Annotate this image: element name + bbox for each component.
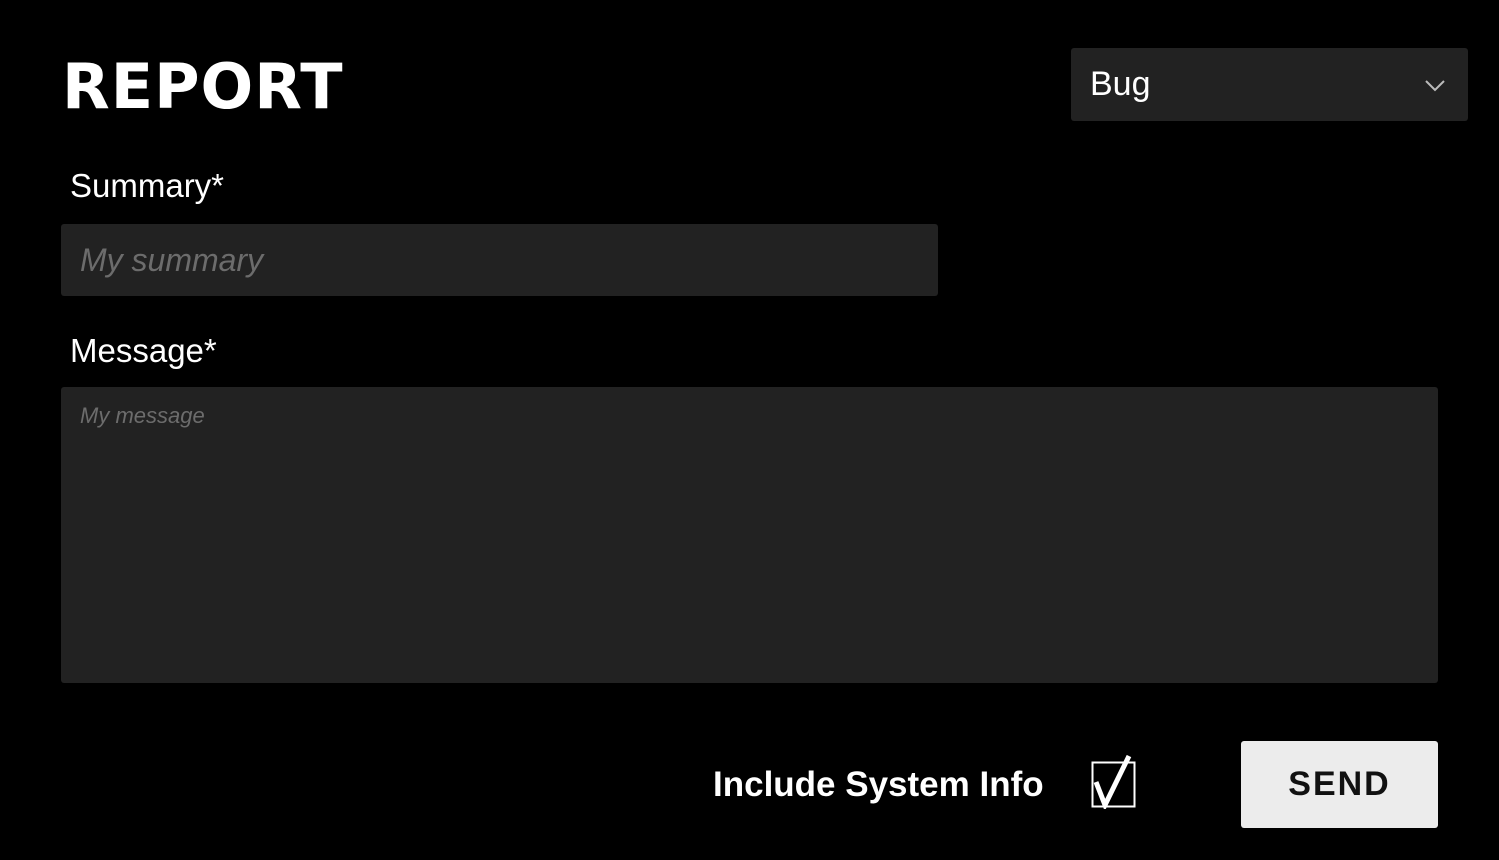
summary-input[interactable] [61, 224, 938, 296]
report-type-value: Bug [1090, 65, 1151, 103]
summary-label: Summary* [70, 167, 225, 204]
include-system-info-checkbox[interactable] [1091, 754, 1137, 812]
message-textarea[interactable] [61, 387, 1438, 683]
chevron-down-icon [1425, 80, 1445, 92]
page-title: REPORT [62, 50, 344, 123]
checkmark-icon [1091, 754, 1136, 812]
include-system-info-label: Include System Info [713, 765, 1044, 804]
report-dialog: REPORT Bug Summary* Message* Include Sys… [0, 0, 1499, 860]
message-label: Message* [70, 332, 217, 369]
report-type-dropdown[interactable]: Bug [1071, 48, 1468, 121]
send-button[interactable]: SEND [1241, 741, 1438, 828]
